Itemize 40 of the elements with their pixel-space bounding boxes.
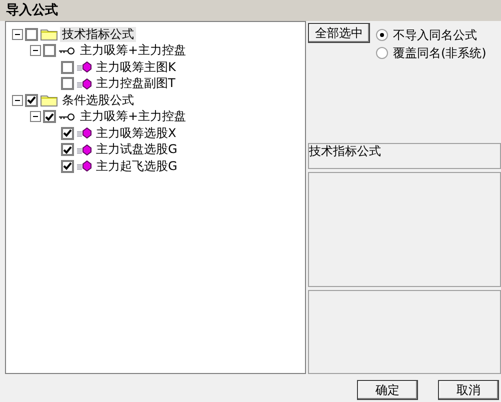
checkbox[interactable] (25, 94, 38, 107)
tree-item[interactable]: 主力起飞选股G (94, 158, 180, 174)
key-icon (58, 46, 76, 56)
checkbox[interactable] (61, 126, 74, 140)
checkbox[interactable] (43, 110, 56, 124)
radio-button[interactable] (376, 47, 388, 59)
radio-label[interactable]: 不导入同名公式 (393, 26, 477, 44)
radio-button[interactable] (376, 29, 388, 41)
tree-item[interactable]: 主力吸筹选股X (94, 126, 178, 141)
checkbox[interactable] (61, 143, 74, 156)
dialog-button[interactable]: 取消 (438, 380, 499, 400)
gem-icon (76, 144, 92, 156)
tree-item[interactable]: 主力吸筹+主力控盘 (78, 109, 188, 124)
gem-icon (76, 127, 92, 140)
tree-item[interactable]: 条件选股公式 (60, 92, 136, 108)
tree-item[interactable]: 主力试盘选股G (94, 142, 180, 158)
tree-item[interactable]: 主力吸筹主图K (94, 60, 178, 75)
folder-icon (40, 27, 58, 42)
checkbox[interactable] (61, 77, 74, 90)
key-icon (58, 112, 76, 122)
checkbox[interactable] (25, 28, 38, 41)
folder-icon (40, 93, 58, 108)
checkbox[interactable] (61, 60, 74, 74)
description-box: 技术指标公式 (308, 142, 501, 169)
collapse-icon[interactable] (30, 45, 41, 56)
collapse-icon[interactable] (12, 28, 23, 40)
checkbox[interactable] (61, 160, 74, 173)
gem-icon (76, 78, 92, 90)
tree-item[interactable]: 主力吸筹+主力控盘 (78, 43, 188, 58)
window-title: 导入公式 (0, 0, 501, 21)
radio-label[interactable]: 覆盖同名(非系统) (393, 44, 486, 62)
select-all-button[interactable]: 全部选中 (308, 23, 370, 43)
collapse-icon[interactable] (30, 111, 41, 122)
tree-item[interactable]: 主力控盘副图T (94, 76, 178, 92)
checkbox[interactable] (43, 44, 56, 58)
collapse-icon[interactable] (12, 94, 23, 106)
tree-item[interactable]: 技术指标公式 (60, 26, 136, 42)
dialog-button[interactable]: 确定 (357, 380, 418, 400)
gem-icon (76, 160, 92, 172)
gem-icon (76, 61, 92, 74)
